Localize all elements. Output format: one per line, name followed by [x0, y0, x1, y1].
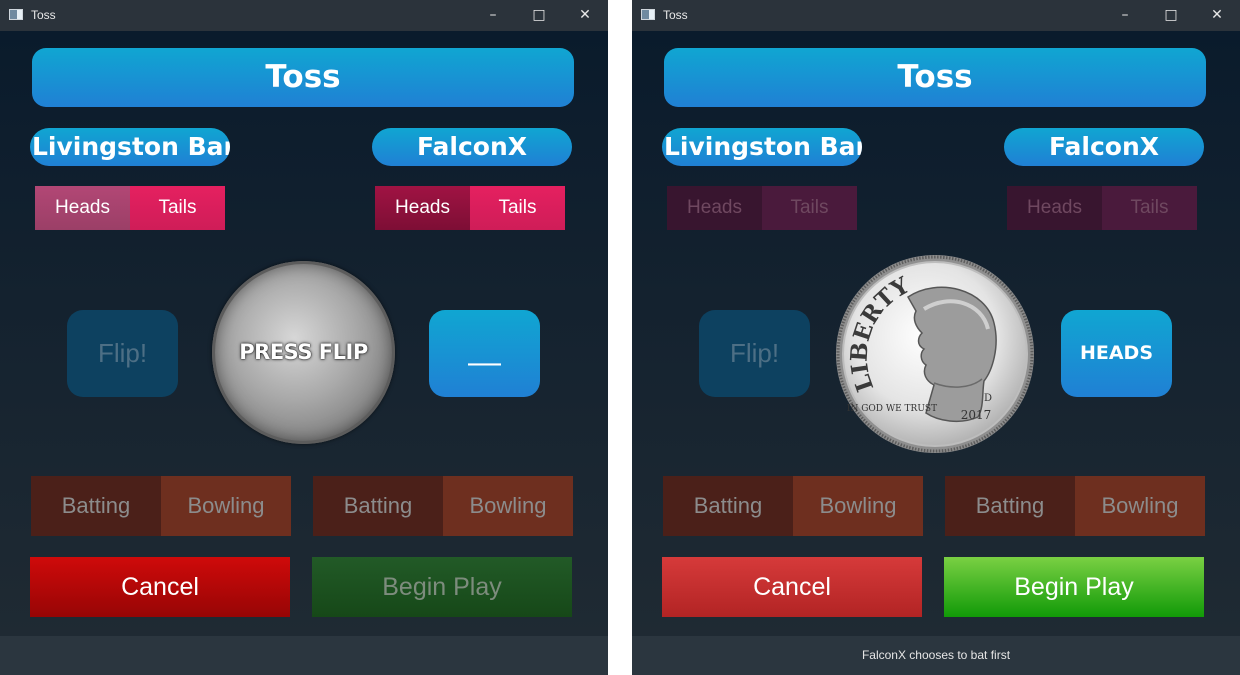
right-tails-button[interactable]: Tails: [1102, 186, 1197, 230]
cancel-button[interactable]: Cancel: [662, 557, 922, 617]
player-left-name: Livingston Bar...: [662, 128, 862, 166]
player-left-name: Livingston Bar...: [30, 128, 230, 166]
maximize-icon[interactable]: □: [1148, 0, 1194, 31]
close-icon[interactable]: ✕: [562, 0, 608, 31]
toss-panel: Toss Livingston Bar... FalconX Heads Tai…: [0, 31, 608, 636]
toss-window-before-flip: Toss – □ ✕ Toss Livingston Bar... Falcon…: [0, 0, 608, 675]
cancel-button[interactable]: Cancel: [30, 557, 290, 617]
right-bowling-button[interactable]: Bowling: [443, 476, 573, 536]
begin-play-button[interactable]: Begin Play: [312, 557, 572, 617]
right-batting-button[interactable]: Batting: [313, 476, 443, 536]
coin-mint-mark: D: [984, 393, 992, 404]
left-bowling-button[interactable]: Bowling: [161, 476, 291, 536]
flip-button[interactable]: Flip!: [67, 310, 178, 397]
left-batting-button[interactable]: Batting: [31, 476, 161, 536]
status-bar: FalconX chooses to bat first: [632, 636, 1240, 675]
app-icon: [641, 9, 655, 20]
flip-button[interactable]: Flip!: [699, 310, 810, 397]
begin-play-button[interactable]: Begin Play: [944, 557, 1204, 617]
page-title: Toss: [664, 48, 1206, 107]
page-title: Toss: [32, 48, 574, 107]
window-title: Toss: [31, 8, 56, 22]
minimize-icon[interactable]: –: [470, 0, 516, 31]
player-right-name: FalconX: [1004, 128, 1204, 166]
right-tails-button[interactable]: Tails: [470, 186, 565, 230]
title-bar: Toss – □ ✕: [632, 0, 1240, 31]
right-heads-button[interactable]: Heads: [1007, 186, 1102, 230]
title-bar: Toss – □ ✕: [0, 0, 608, 31]
coin-year-text: 2017: [961, 408, 992, 422]
app-icon: [9, 9, 23, 20]
left-bowling-button[interactable]: Bowling: [793, 476, 923, 536]
right-bowling-button[interactable]: Bowling: [1075, 476, 1205, 536]
toss-panel: Toss Livingston Bar... FalconX Heads Tai…: [632, 31, 1240, 636]
maximize-icon[interactable]: □: [516, 0, 562, 31]
player-right-name: FalconX: [372, 128, 572, 166]
left-batting-button[interactable]: Batting: [663, 476, 793, 536]
dime-heads-image: LIBERTY IN GOD WE TRUST 2017 D: [836, 255, 1034, 453]
right-batting-button[interactable]: Batting: [945, 476, 1075, 536]
minimize-icon[interactable]: –: [1102, 0, 1148, 31]
right-heads-button[interactable]: Heads: [375, 186, 470, 230]
toss-result-display: ___: [429, 310, 540, 397]
coin-press-flip-label: PRESS FLIP: [239, 340, 368, 364]
window-title: Toss: [663, 8, 688, 22]
left-heads-button[interactable]: Heads: [667, 186, 762, 230]
coin-motto-text: IN GOD WE TRUST: [847, 404, 937, 414]
toss-window-after-flip: Toss – □ ✕ Toss Livingston Bar... Falcon…: [632, 0, 1240, 675]
close-icon[interactable]: ✕: [1194, 0, 1240, 31]
left-heads-button[interactable]: Heads: [35, 186, 130, 230]
left-tails-button[interactable]: Tails: [130, 186, 225, 230]
left-tails-button[interactable]: Tails: [762, 186, 857, 230]
status-bar: [0, 636, 608, 675]
toss-result-display: HEADS: [1061, 310, 1172, 397]
coin-image: PRESS FLIP: [212, 261, 395, 444]
